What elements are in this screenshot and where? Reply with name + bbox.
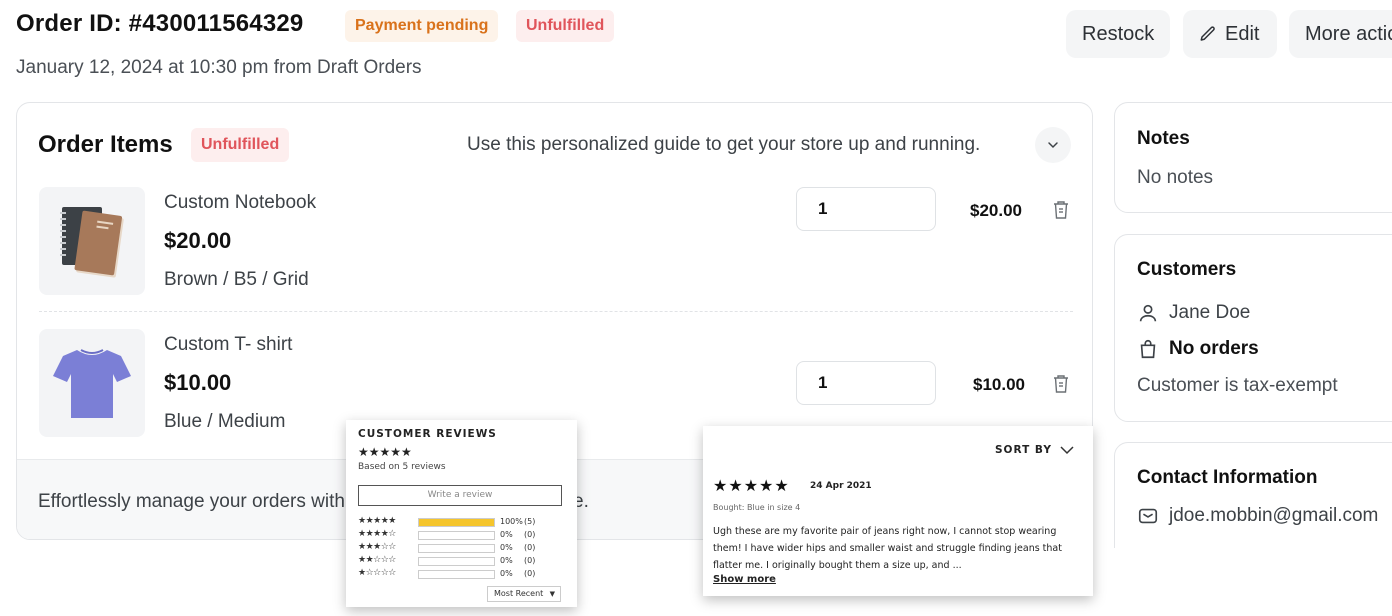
rating-count: (5) — [524, 517, 536, 526]
more-actions-label: More actions — [1305, 23, 1392, 45]
fulfillment-status-badge: Unfulfilled — [516, 10, 615, 42]
order-id-title: Order ID: #430011564329 — [16, 10, 304, 37]
rating-row-1[interactable]: ★☆☆☆☆ 0% (0) — [358, 568, 562, 580]
reviews-sort-select[interactable]: Most Recent ▼ — [487, 586, 561, 602]
notes-text: No notes — [1137, 167, 1214, 188]
more-actions-button[interactable]: More actions — [1289, 10, 1392, 58]
line-total: $10.00 — [973, 375, 1025, 394]
item-price: $10.00 — [164, 370, 232, 395]
rating-percent: 0% — [500, 530, 513, 539]
rating-stars: ★★★☆☆ — [358, 542, 396, 552]
notes-card: Notes No notes — [1114, 102, 1392, 213]
sort-by-label: SORT BY — [995, 444, 1052, 456]
contact-email-row[interactable]: jdoe.mobbin@gmail.com — [1137, 505, 1378, 527]
rating-bar — [418, 518, 495, 527]
rating-count: (0) — [524, 569, 536, 578]
restock-label: Restock — [1082, 23, 1155, 45]
tshirt-image-icon — [53, 349, 131, 418]
customer-name: Jane Doe — [1169, 302, 1251, 323]
quantity-input[interactable]: 1 — [796, 361, 936, 405]
trash-icon[interactable] — [1051, 199, 1071, 221]
trash-icon[interactable] — [1051, 373, 1071, 395]
restock-button[interactable]: Restock — [1066, 10, 1170, 58]
contact-email: jdoe.mobbin@gmail.com — [1169, 505, 1379, 526]
pencil-icon — [1200, 26, 1215, 41]
write-review-button[interactable]: Write a review — [358, 485, 562, 506]
item-name: Custom Notebook — [164, 192, 317, 213]
rating-bar — [418, 570, 495, 579]
tshirt-product-image — [39, 329, 145, 437]
reviews-title: CUSTOMER REVIEWS — [358, 428, 497, 440]
caret-down-icon: ▼ — [549, 590, 555, 598]
review-detail-widget: SORT BY ★★★★★ 24 Apr 2021 Bought: Blue i… — [703, 426, 1093, 596]
item-price: $20.00 — [164, 228, 232, 253]
rating-percent: 0% — [500, 556, 513, 565]
rating-row-5[interactable]: ★★★★★ 100% (5) — [358, 516, 562, 528]
rating-percent: 0% — [500, 543, 513, 552]
rating-row-2[interactable]: ★★☆☆☆ 0% (0) — [358, 555, 562, 567]
rating-row-4[interactable]: ★★★★☆ 0% (0) — [358, 529, 562, 541]
customers-card: Customers Jane Doe No orders Customer is… — [1114, 234, 1392, 422]
mail-icon — [1138, 508, 1158, 524]
review-body: Ugh these are my favorite pair of jeans … — [713, 526, 1062, 571]
order-items-status-badge: Unfulfilled — [191, 128, 290, 162]
customer-tax-status: Customer is tax-exempt — [1137, 375, 1338, 396]
customer-reviews-widget: CUSTOMER REVIEWS ★★★★★ Based on 5 review… — [346, 420, 577, 607]
show-more-link[interactable]: Show more — [713, 574, 776, 585]
rating-stars: ★★☆☆☆ — [358, 555, 396, 565]
rating-count: (0) — [524, 530, 536, 539]
rating-percent: 0% — [500, 569, 513, 578]
rating-stars: ★★★★☆ — [358, 529, 396, 539]
sort-select-value: Most Recent — [494, 589, 544, 598]
contact-title: Contact Information — [1137, 467, 1318, 488]
rating-bar — [418, 531, 495, 540]
rating-bar — [418, 544, 495, 553]
contact-card: Contact Information jdoe.mobbin@gmail.co… — [1114, 442, 1392, 562]
sort-by-dropdown[interactable]: SORT BY — [995, 444, 1074, 456]
line-total: $20.00 — [970, 201, 1022, 220]
review-purchase-info: Bought: Blue in size 4 — [713, 503, 801, 512]
chevron-down-icon — [1060, 446, 1074, 455]
rating-count: (0) — [524, 556, 536, 565]
rating-bar — [418, 557, 495, 566]
payment-status-badge: Payment pending — [345, 10, 499, 42]
notebook-product-image — [39, 187, 145, 295]
reviews-count-text: Based on 5 reviews — [358, 462, 446, 472]
chevron-down-icon — [1048, 142, 1058, 149]
item-divider — [39, 311, 1073, 312]
rating-bar-fill — [419, 519, 494, 526]
expand-guide-button[interactable] — [1035, 127, 1071, 163]
customers-title: Customers — [1137, 259, 1237, 280]
order-items-title: Order Items — [38, 131, 173, 158]
edit-label: Edit — [1225, 23, 1260, 45]
rating-count: (0) — [524, 543, 536, 552]
rating-stars: ★★★★★ — [358, 516, 396, 526]
review-date: 24 Apr 2021 — [810, 481, 872, 491]
contact-card-cutoff — [1114, 548, 1392, 568]
quantity-input[interactable]: 1 — [796, 187, 936, 231]
shopping-bag-icon — [1140, 339, 1156, 359]
rating-row-3[interactable]: ★★★☆☆ 0% (0) — [358, 542, 562, 554]
user-icon — [1139, 304, 1157, 322]
guide-text: Use this personalized guide to get your … — [467, 134, 981, 155]
rating-percent: 100% — [500, 517, 523, 526]
customer-orders-row: No orders — [1137, 338, 1259, 360]
customer-name-row[interactable]: Jane Doe — [1137, 302, 1250, 324]
notes-title: Notes — [1137, 128, 1190, 149]
notebook-image-icon — [60, 207, 124, 278]
item-variant: Brown / B5 / Grid — [164, 269, 309, 290]
customer-orders: No orders — [1169, 338, 1259, 359]
order-subtitle: January 12, 2024 at 10:30 pm from Draft … — [16, 57, 422, 78]
edit-button[interactable]: Edit — [1183, 10, 1277, 58]
item-name: Custom T- shirt — [164, 334, 293, 355]
review-stars: ★★★★★ — [713, 476, 790, 495]
reviews-average-stars: ★★★★★ — [358, 445, 412, 459]
rating-stars: ★☆☆☆☆ — [358, 568, 396, 578]
item-variant: Blue / Medium — [164, 411, 286, 432]
